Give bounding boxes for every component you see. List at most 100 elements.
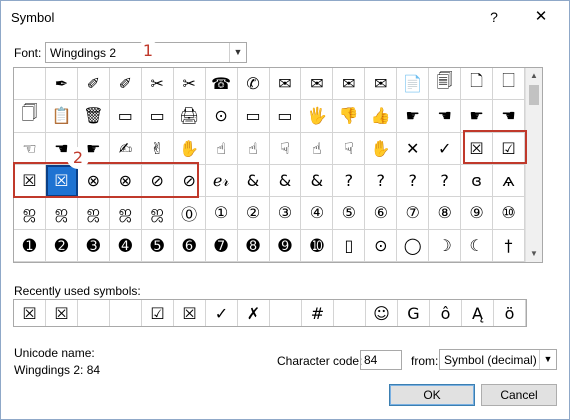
symbol-cell[interactable]: ✕	[397, 132, 430, 165]
symbol-cell[interactable]: ☝	[237, 132, 270, 165]
symbol-cell[interactable]: ②	[237, 197, 270, 230]
symbol-cell[interactable]: ☜	[14, 132, 46, 165]
symbol-cell[interactable]: ✂	[173, 68, 206, 101]
symbol-cell[interactable]: ⑦	[397, 197, 430, 230]
symbol-cell[interactable]: ✉	[365, 68, 398, 101]
recent-symbol-cell[interactable]: ✗	[238, 300, 270, 326]
symbol-cell[interactable]: ⑩	[493, 197, 525, 230]
symbol-cell[interactable]: ✓	[429, 132, 462, 165]
symbol-cell[interactable]: ✉	[269, 68, 302, 101]
symbol-cell[interactable]: ◯	[397, 229, 430, 262]
recent-symbol-cell[interactable]	[78, 300, 110, 326]
symbol-cell[interactable]: ☚	[429, 100, 462, 133]
symbol-cell[interactable]: ✉	[301, 68, 334, 101]
symbol-cell[interactable]: ▭	[269, 100, 302, 133]
symbol-cell[interactable]: ☚	[493, 100, 525, 133]
symbol-cell[interactable]: ⊙	[205, 100, 238, 133]
recent-symbol-cell[interactable]	[334, 300, 366, 326]
symbol-cell[interactable]: 🗍	[14, 100, 46, 133]
symbol-cell[interactable]: ✍	[109, 132, 142, 165]
symbol-cell[interactable]: †	[493, 229, 525, 262]
symbol-cell[interactable]: ɞ	[461, 164, 494, 198]
symbol-cell[interactable]: ☟	[333, 132, 366, 165]
cancel-button[interactable]: Cancel	[481, 384, 557, 406]
character-code-input[interactable]: 84	[360, 350, 402, 370]
symbol-cell[interactable]: ?	[365, 164, 398, 198]
symbol-cell[interactable]: ☝	[301, 132, 334, 165]
scroll-up-icon[interactable]: ▲	[526, 68, 542, 84]
close-button[interactable]: ✕	[527, 5, 555, 29]
recent-symbols-row[interactable]: ☒ ☒ ☑ ☒ ✓ ✗ # ☺ Gô Ąö	[13, 299, 527, 327]
symbol-cell[interactable]: ➌	[77, 229, 110, 262]
symbol-cell[interactable]: ✐	[77, 68, 110, 101]
symbol-cell[interactable]: ✌	[141, 132, 174, 165]
symbol-cell[interactable]: ☛	[397, 100, 430, 133]
symbol-cell[interactable]: ④	[301, 197, 334, 230]
symbol-cell[interactable]: ⑥	[365, 197, 398, 230]
symbol-cell[interactable]: ℯ𝓇	[205, 164, 238, 198]
symbol-cell[interactable]: ③	[269, 197, 302, 230]
recent-symbol-cell[interactable]: ✓	[206, 300, 238, 326]
symbol-cell[interactable]: ➊	[14, 229, 46, 262]
symbol-cell[interactable]: 👍	[365, 100, 398, 133]
symbol-cell[interactable]: ➒	[269, 229, 302, 262]
recent-symbol-cell[interactable]: #	[302, 300, 334, 326]
symbol-cell[interactable]: 🗑	[77, 100, 110, 133]
symbol-cell[interactable]: ✐	[109, 68, 142, 101]
symbol-cell[interactable]: ѧ	[493, 164, 525, 198]
symbol-cell[interactable]: &	[269, 164, 302, 198]
symbol-cell[interactable]: ✋	[365, 132, 398, 165]
symbol-cell[interactable]: ஜ	[45, 197, 78, 230]
symbol-cell[interactable]: ▭	[109, 100, 142, 133]
symbol-cell[interactable]: ➍	[109, 229, 142, 262]
symbol-cell[interactable]: ?	[397, 164, 430, 198]
symbol-cell[interactable]: ☽	[429, 229, 462, 262]
symbol-cell[interactable]: ✒	[45, 68, 78, 101]
recent-symbol-cell[interactable]: Ą	[462, 300, 494, 326]
symbol-cell[interactable]: 📄	[397, 68, 430, 101]
symbol-cell[interactable]: ➑	[237, 229, 270, 262]
symbol-cell[interactable]: ▭	[141, 100, 174, 133]
symbol-cell[interactable]: ☟	[269, 132, 302, 165]
symbol-cell[interactable]: 🗐	[429, 68, 462, 101]
symbol-cell[interactable]: ➎	[141, 229, 174, 262]
symbol-cell[interactable]: &	[301, 164, 334, 198]
recent-symbol-cell[interactable]	[110, 300, 142, 326]
symbol-cell[interactable]: ஜ	[109, 197, 142, 230]
symbol-cell[interactable]: 🖐	[301, 100, 334, 133]
symbol-cell[interactable]: ⑨	[461, 197, 494, 230]
symbol-cell[interactable]: ☛	[461, 100, 494, 133]
recent-symbol-cell[interactable]: ☒	[14, 300, 46, 326]
symbol-cell[interactable]: 🖨	[173, 100, 206, 133]
symbol-cell[interactable]: ▯	[333, 229, 366, 262]
scroll-thumb[interactable]	[529, 85, 539, 105]
symbol-cell[interactable]: ☝	[205, 132, 238, 165]
symbol-cell[interactable]: 🗌	[493, 68, 525, 101]
recent-symbol-cell[interactable]: ☑	[142, 300, 174, 326]
symbol-cell[interactable]: ?	[333, 164, 366, 198]
recent-symbol-cell[interactable]: ☺	[366, 300, 398, 326]
ok-button[interactable]: OK	[389, 384, 475, 406]
recent-symbol-cell[interactable]: ô	[430, 300, 462, 326]
symbol-cell[interactable]: ⑧	[429, 197, 462, 230]
symbol-cell[interactable]: ➏	[173, 229, 206, 262]
scroll-down-icon[interactable]: ▼	[526, 246, 542, 262]
symbol-cell[interactable]: ஜ	[77, 197, 110, 230]
symbol-cell[interactable]: ⓪	[173, 197, 206, 230]
symbol-cell[interactable]: ஜ	[141, 197, 174, 230]
symbol-cell[interactable]: ①	[205, 197, 238, 230]
symbol-cell[interactable]: ?	[429, 164, 462, 198]
symbol-cell[interactable]: 👎	[333, 100, 366, 133]
symbol-cell[interactable]: ⑤	[333, 197, 366, 230]
help-button[interactable]: ?	[481, 5, 507, 29]
recent-symbol-cell[interactable]: G	[398, 300, 430, 326]
recent-symbol-cell[interactable]: ö	[494, 300, 526, 326]
symbol-cell[interactable]: ⊙	[365, 229, 398, 262]
recent-symbol-cell[interactable]: ☒	[174, 300, 206, 326]
symbol-cell[interactable]: ➋	[45, 229, 78, 262]
symbol-cell[interactable]: ☎	[205, 68, 238, 101]
symbol-cell[interactable]: ➓	[301, 229, 334, 262]
symbol-cell[interactable]: ✋	[173, 132, 206, 165]
chevron-down-icon[interactable]: ▼	[229, 43, 246, 62]
from-dropdown[interactable]: Symbol (decimal) ▼	[439, 349, 557, 370]
